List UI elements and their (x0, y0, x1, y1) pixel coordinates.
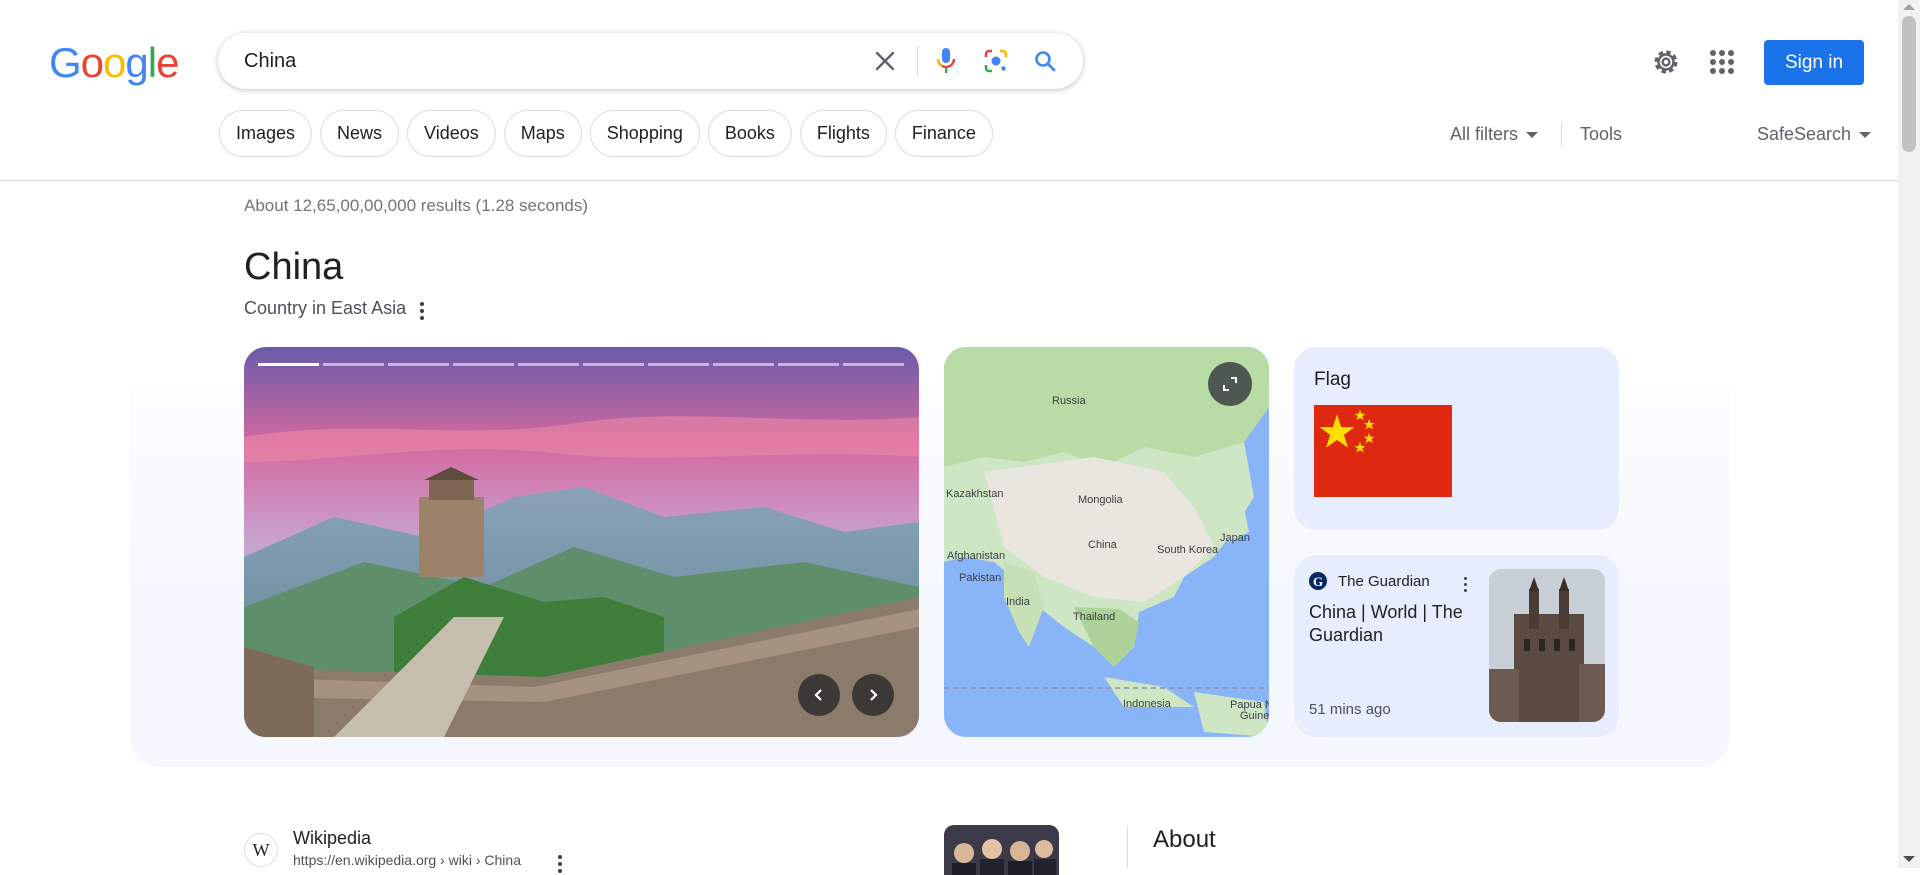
logo-letter: o (103, 39, 126, 86)
chip-shopping[interactable]: Shopping (589, 110, 700, 157)
news-timestamp: 51 mins ago (1309, 701, 1391, 718)
search-tabs: Images News Videos Maps Shopping Books F… (219, 110, 993, 157)
wikipedia-favicon: W (244, 833, 278, 867)
news-source: The Guardian (1338, 573, 1430, 590)
expand-icon (1223, 377, 1237, 391)
more-options-icon[interactable] (558, 855, 562, 873)
close-icon[interactable] (871, 47, 899, 75)
chevron-left-icon (814, 689, 822, 701)
entity-title: China (244, 246, 344, 288)
scroll-up-arrow[interactable] (1903, 4, 1915, 10)
gear-icon[interactable] (1651, 47, 1681, 77)
flag-card[interactable]: Flag (1294, 347, 1619, 530)
wikipedia-icon-letter: W (252, 839, 270, 860)
news-thumbnail (1489, 569, 1605, 722)
expand-map-button[interactable] (1208, 362, 1252, 406)
about-divider (1127, 825, 1128, 868)
map-card[interactable]: Russia Kazakhstan Mongolia Afghanistan C… (944, 347, 1269, 737)
search-divider (917, 46, 918, 76)
chip-videos[interactable]: Videos (407, 110, 496, 157)
map-label: Indonesia (1123, 698, 1172, 710)
about-heading: About (1153, 826, 1216, 853)
carousel-next-button[interactable] (852, 674, 894, 716)
chip-news[interactable]: News (320, 110, 400, 157)
search-icon[interactable] (1031, 47, 1059, 75)
chevron-right-icon (870, 689, 878, 701)
header-divider (0, 180, 1898, 181)
chip-finance[interactable]: Finance (894, 110, 993, 157)
logo-letter: l (147, 39, 157, 86)
map-label: Russia (1052, 395, 1087, 407)
logo-letter: g (125, 39, 148, 86)
all-filters-dropdown[interactable]: All filters (1450, 124, 1539, 145)
mic-icon[interactable] (932, 47, 960, 75)
chip-images[interactable]: Images (219, 110, 313, 157)
tools-button[interactable]: Tools (1580, 124, 1622, 145)
china-flag-image (1314, 405, 1452, 497)
result-url[interactable]: https://en.wikipedia.org › wiki › China (293, 852, 521, 868)
chip-flights[interactable]: Flights (799, 110, 887, 157)
chip-maps[interactable]: Maps (503, 110, 582, 157)
more-options-icon[interactable] (1463, 577, 1467, 592)
scroll-down-arrow[interactable] (1903, 856, 1915, 862)
carousel-prev-button[interactable] (798, 674, 840, 716)
safesearch-dropdown[interactable]: SafeSearch (1757, 124, 1872, 145)
entity-subtitle: Country in East Asia (244, 298, 407, 318)
filters-divider (1561, 122, 1562, 148)
map-label: Guine (1240, 710, 1269, 722)
map-label: South Korea (1157, 544, 1219, 556)
news-title[interactable]: China | World | The Guardian (1309, 601, 1479, 647)
map-label: Thailand (1073, 611, 1115, 623)
scrollbar-thumb[interactable] (1902, 16, 1916, 152)
search-input[interactable]: China (244, 50, 296, 73)
map-label: India (1006, 596, 1031, 608)
all-filters-label: All filters (1450, 124, 1519, 144)
map-label: China (1088, 539, 1118, 551)
map-label: Afghanistan (947, 550, 1005, 562)
map-label: Kazakhstan (946, 488, 1003, 500)
more-options-icon[interactable] (420, 302, 424, 320)
safesearch-label: SafeSearch (1757, 124, 1852, 144)
logo-letter: G (49, 39, 82, 86)
results-count: About 12,65,00,00,000 results (1.28 seco… (244, 196, 589, 215)
google-logo[interactable]: Google (49, 39, 179, 86)
chevron-down-icon (1526, 131, 1539, 138)
sign-in-button[interactable]: Sign in (1764, 40, 1864, 85)
search-box[interactable]: China (218, 33, 1083, 89)
result-site-name[interactable]: Wikipedia (293, 828, 371, 849)
news-card[interactable]: G The Guardian China | World | The Guard… (1294, 555, 1619, 737)
logo-letter: o (80, 39, 104, 86)
chip-books[interactable]: Books (707, 110, 792, 157)
carousel-progress (258, 363, 904, 366)
flag-label: Flag (1314, 369, 1351, 390)
map-label: Mongolia (1078, 494, 1124, 506)
map-image: Russia Kazakhstan Mongolia Afghanistan C… (944, 347, 1269, 737)
chevron-down-icon (1859, 131, 1872, 138)
map-label: Japan (1220, 532, 1250, 544)
logo-letter: e (156, 39, 179, 86)
image-carousel[interactable] (244, 347, 919, 737)
apps-grid-icon[interactable] (1707, 47, 1737, 77)
lens-icon[interactable] (982, 47, 1010, 75)
guardian-logo-icon: G (1309, 572, 1327, 590)
map-label: Pakistan (959, 572, 1001, 584)
